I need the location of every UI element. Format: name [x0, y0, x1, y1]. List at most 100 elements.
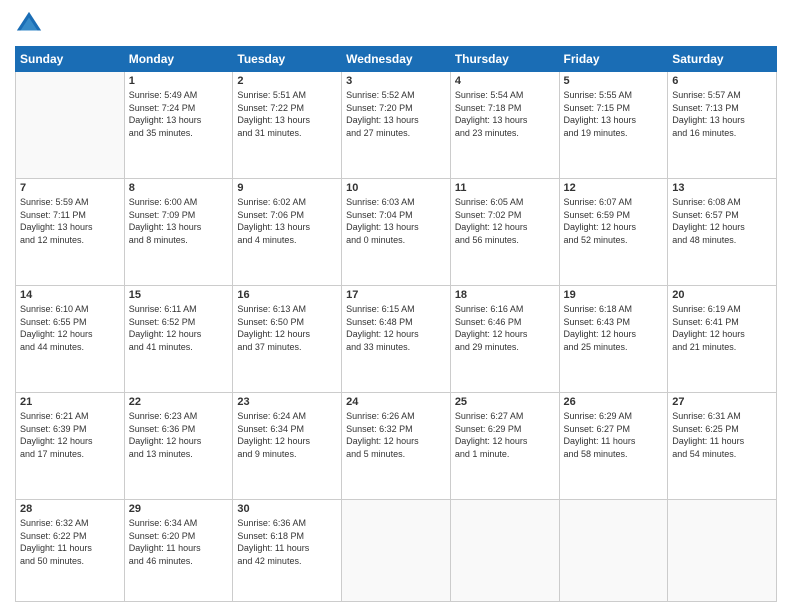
day-info: Sunrise: 6:00 AM Sunset: 7:09 PM Dayligh…: [129, 196, 229, 246]
day-number: 24: [346, 396, 446, 408]
weekday-header-row: SundayMondayTuesdayWednesdayThursdayFrid…: [16, 47, 777, 72]
day-info: Sunrise: 6:03 AM Sunset: 7:04 PM Dayligh…: [346, 196, 446, 246]
day-info: Sunrise: 5:54 AM Sunset: 7:18 PM Dayligh…: [455, 89, 555, 139]
weekday-header-friday: Friday: [559, 47, 668, 72]
weekday-header-sunday: Sunday: [16, 47, 125, 72]
day-info: Sunrise: 6:10 AM Sunset: 6:55 PM Dayligh…: [20, 303, 120, 353]
weekday-header-saturday: Saturday: [668, 47, 777, 72]
day-info: Sunrise: 5:51 AM Sunset: 7:22 PM Dayligh…: [237, 89, 337, 139]
logo: [15, 10, 47, 38]
calendar-cell-4-2: 22Sunrise: 6:23 AM Sunset: 6:36 PM Dayli…: [124, 393, 233, 500]
day-info: Sunrise: 6:27 AM Sunset: 6:29 PM Dayligh…: [455, 410, 555, 460]
calendar-cell-2-4: 10 Sunrise: 6:03 AM Sunset: 7:04 PM Dayli…: [342, 179, 451, 286]
day-number: 29: [129, 503, 229, 515]
calendar-cell-4-3: 23Sunrise: 6:24 AM Sunset: 6:34 PM Dayli…: [233, 393, 342, 500]
calendar-cell-5-6: [559, 500, 668, 602]
day-info: Sunrise: 6:36 AM Sunset: 6:18 PM Dayligh…: [237, 517, 337, 567]
calendar-cell-5-3: 30 Sunrise: 6:36 AM Sunset: 6:18 PM Dayli…: [233, 500, 342, 602]
day-info: Sunrise: 6:15 AM Sunset: 6:48 PM Dayligh…: [346, 303, 446, 353]
calendar-cell-3-7: 20 Sunrise: 6:19 AM Sunset: 6:41 PM Dayli…: [668, 286, 777, 393]
calendar-cell-3-4: 17 Sunrise: 6:15 AM Sunset: 6:48 PM Dayli…: [342, 286, 451, 393]
day-info: Sunrise: 6:23 AM Sunset: 6:36 PM Dayligh…: [129, 410, 229, 460]
calendar-cell-1-5: 4 Sunrise: 5:54 AM Sunset: 7:18 PM Daylig…: [450, 72, 559, 179]
day-number: 1: [129, 75, 229, 87]
calendar-cell-4-5: 25 Sunrise: 6:27 AM Sunset: 6:29 PM Dayli…: [450, 393, 559, 500]
day-info: Sunrise: 5:49 AM Sunset: 7:24 PM Dayligh…: [129, 89, 229, 139]
day-number: 11: [455, 182, 555, 194]
day-number: 30: [237, 503, 337, 515]
calendar-cell-3-1: 14 Sunrise: 6:10 AM Sunset: 6:55 PM Dayli…: [16, 286, 125, 393]
day-info: Sunrise: 6:34 AM Sunset: 6:20 PM Dayligh…: [129, 517, 229, 567]
day-number: 15: [129, 289, 229, 301]
week-row-4: 21 Sunrise: 6:21 AM Sunset: 6:39 PM Dayli…: [16, 393, 777, 500]
calendar-cell-1-3: 2 Sunrise: 5:51 AM Sunset: 7:22 PM Daylig…: [233, 72, 342, 179]
calendar-table: SundayMondayTuesdayWednesdayThursdayFrid…: [15, 46, 777, 602]
calendar-cell-1-1: [16, 72, 125, 179]
day-info: Sunrise: 6:02 AM Sunset: 7:06 PM Dayligh…: [237, 196, 337, 246]
calendar-cell-2-1: 7 Sunrise: 5:59 AM Sunset: 7:11 PM Daylig…: [16, 179, 125, 286]
week-row-5: 28 Sunrise: 6:32 AM Sunset: 6:22 PM Dayli…: [16, 500, 777, 602]
day-number: 21: [20, 396, 120, 408]
calendar-cell-3-6: 19 Sunrise: 6:18 AM Sunset: 6:43 PM Dayli…: [559, 286, 668, 393]
calendar-cell-3-3: 16 Sunrise: 6:13 AM Sunset: 6:50 PM Dayli…: [233, 286, 342, 393]
week-row-1: 1 Sunrise: 5:49 AM Sunset: 7:24 PM Daylig…: [16, 72, 777, 179]
day-number: 14: [20, 289, 120, 301]
calendar-cell-2-7: 13 Sunrise: 6:08 AM Sunset: 6:57 PM Dayli…: [668, 179, 777, 286]
day-info: Sunrise: 5:59 AM Sunset: 7:11 PM Dayligh…: [20, 196, 120, 246]
calendar-cell-5-5: [450, 500, 559, 602]
day-info: Sunrise: 6:11 AM Sunset: 6:52 PM Dayligh…: [129, 303, 229, 353]
day-number: 26: [564, 396, 664, 408]
logo-icon: [15, 10, 43, 38]
day-number: 2: [237, 75, 337, 87]
day-info: Sunrise: 5:55 AM Sunset: 7:15 PM Dayligh…: [564, 89, 664, 139]
day-info: Sunrise: 6:13 AM Sunset: 6:50 PM Dayligh…: [237, 303, 337, 353]
day-info: Sunrise: 5:57 AM Sunset: 7:13 PM Dayligh…: [672, 89, 772, 139]
calendar-cell-2-6: 12Sunrise: 6:07 AM Sunset: 6:59 PM Dayli…: [559, 179, 668, 286]
day-info: Sunrise: 6:29 AM Sunset: 6:27 PM Dayligh…: [564, 410, 664, 460]
calendar-cell-4-6: 26 Sunrise: 6:29 AM Sunset: 6:27 PM Dayli…: [559, 393, 668, 500]
day-info: Sunrise: 5:52 AM Sunset: 7:20 PM Dayligh…: [346, 89, 446, 139]
day-number: 20: [672, 289, 772, 301]
day-info: Sunrise: 6:21 AM Sunset: 6:39 PM Dayligh…: [20, 410, 120, 460]
calendar-cell-2-2: 8Sunrise: 6:00 AM Sunset: 7:09 PM Daylig…: [124, 179, 233, 286]
day-number: 18: [455, 289, 555, 301]
day-info: Sunrise: 6:16 AM Sunset: 6:46 PM Dayligh…: [455, 303, 555, 353]
page: SundayMondayTuesdayWednesdayThursdayFrid…: [0, 0, 792, 612]
day-number: 5: [564, 75, 664, 87]
day-info: Sunrise: 6:26 AM Sunset: 6:32 PM Dayligh…: [346, 410, 446, 460]
day-info: Sunrise: 6:32 AM Sunset: 6:22 PM Dayligh…: [20, 517, 120, 567]
calendar-cell-1-2: 1 Sunrise: 5:49 AM Sunset: 7:24 PM Daylig…: [124, 72, 233, 179]
calendar-cell-1-6: 5 Sunrise: 5:55 AM Sunset: 7:15 PM Daylig…: [559, 72, 668, 179]
day-number: 3: [346, 75, 446, 87]
day-info: Sunrise: 6:19 AM Sunset: 6:41 PM Dayligh…: [672, 303, 772, 353]
week-row-2: 7 Sunrise: 5:59 AM Sunset: 7:11 PM Daylig…: [16, 179, 777, 286]
calendar-cell-5-1: 28 Sunrise: 6:32 AM Sunset: 6:22 PM Dayli…: [16, 500, 125, 602]
day-number: 17: [346, 289, 446, 301]
day-number: 13: [672, 182, 772, 194]
day-number: 10: [346, 182, 446, 194]
day-number: 7: [20, 182, 120, 194]
day-info: Sunrise: 6:31 AM Sunset: 6:25 PM Dayligh…: [672, 410, 772, 460]
calendar-cell-4-7: 27 Sunrise: 6:31 AM Sunset: 6:25 PM Dayli…: [668, 393, 777, 500]
weekday-header-tuesday: Tuesday: [233, 47, 342, 72]
calendar-cell-1-7: 6 Sunrise: 5:57 AM Sunset: 7:13 PM Daylig…: [668, 72, 777, 179]
day-info: Sunrise: 6:08 AM Sunset: 6:57 PM Dayligh…: [672, 196, 772, 246]
day-number: 9: [237, 182, 337, 194]
calendar-cell-4-4: 24 Sunrise: 6:26 AM Sunset: 6:32 PM Dayli…: [342, 393, 451, 500]
calendar-cell-3-5: 18 Sunrise: 6:16 AM Sunset: 6:46 PM Dayli…: [450, 286, 559, 393]
calendar-cell-2-3: 9 Sunrise: 6:02 AM Sunset: 7:06 PM Daylig…: [233, 179, 342, 286]
day-number: 6: [672, 75, 772, 87]
weekday-header-monday: Monday: [124, 47, 233, 72]
day-number: 28: [20, 503, 120, 515]
calendar-cell-2-5: 11 Sunrise: 6:05 AM Sunset: 7:02 PM Dayli…: [450, 179, 559, 286]
calendar-cell-5-4: [342, 500, 451, 602]
day-info: Sunrise: 6:18 AM Sunset: 6:43 PM Dayligh…: [564, 303, 664, 353]
day-number: 16: [237, 289, 337, 301]
day-info: Sunrise: 6:05 AM Sunset: 7:02 PM Dayligh…: [455, 196, 555, 246]
week-row-3: 14 Sunrise: 6:10 AM Sunset: 6:55 PM Dayli…: [16, 286, 777, 393]
day-number: 27: [672, 396, 772, 408]
calendar-cell-5-7: [668, 500, 777, 602]
day-number: 4: [455, 75, 555, 87]
day-number: 19: [564, 289, 664, 301]
day-number: 25: [455, 396, 555, 408]
